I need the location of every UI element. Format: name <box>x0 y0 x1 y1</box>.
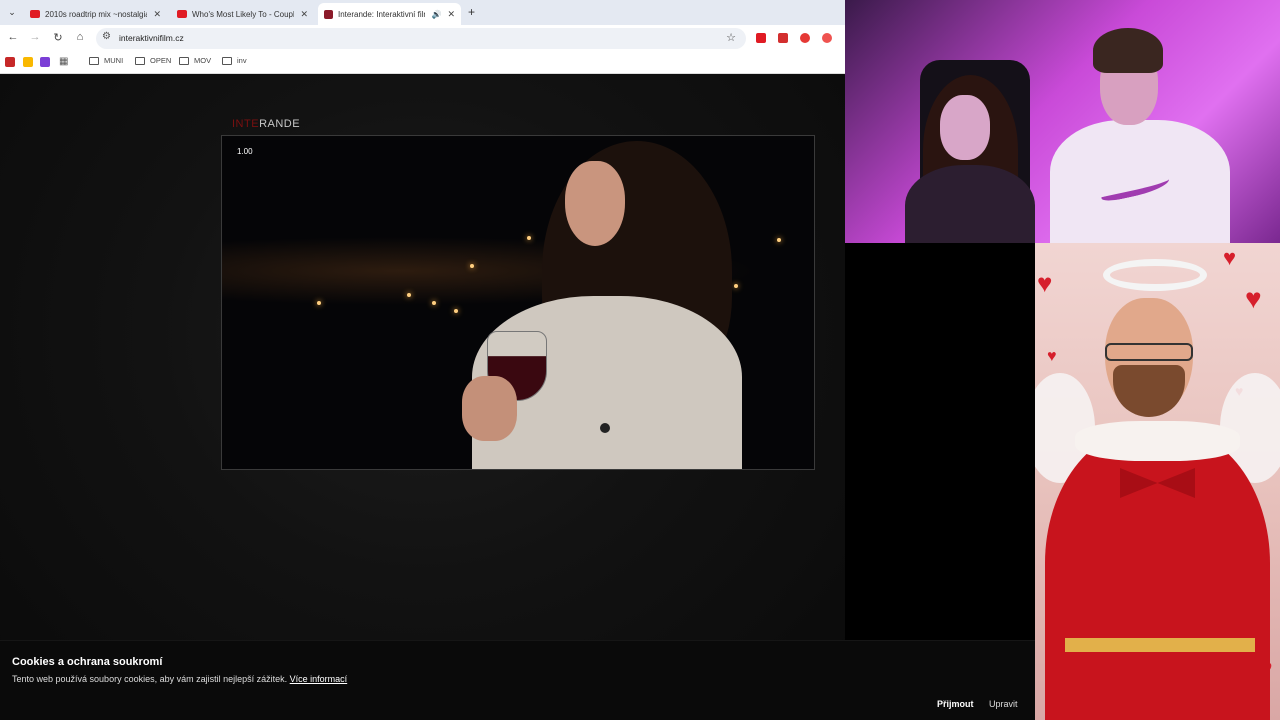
site-logo[interactable]: INTERANDE <box>232 118 300 130</box>
city-light <box>734 284 738 288</box>
beard <box>1113 365 1185 417</box>
heart-icon: ♥ <box>1047 348 1057 365</box>
back-icon[interactable]: ← <box>6 31 20 43</box>
city-light <box>470 264 474 268</box>
bookmark-label: OPEN <box>150 56 172 65</box>
folder-icon <box>179 56 189 65</box>
city-light <box>527 236 531 240</box>
bookmark-folder-open[interactable]: OPEN <box>135 56 171 65</box>
bookmark-purple-icon[interactable] <box>40 57 50 67</box>
site-info-icon[interactable]: ⚙ <box>102 31 111 42</box>
bookmark-label: MUNI <box>104 56 124 65</box>
woman-face <box>940 95 990 160</box>
interande-icon <box>324 9 333 19</box>
glasses <box>1105 343 1193 361</box>
cupid-avatar-image: ♥ ♥ ♥ ♥ ♥ ♥ ♥ <box>1035 243 1280 720</box>
webcam-overlay <box>845 0 1280 243</box>
woman-body <box>905 165 1035 243</box>
fur-collar <box>1075 421 1240 461</box>
folder-icon <box>89 56 99 65</box>
cookie-banner: Cookies a ochrana soukromí Tento web pou… <box>0 640 1035 720</box>
bookmark-folder-muni[interactable]: MUNI <box>89 56 123 65</box>
cupid-suit <box>1045 428 1270 720</box>
tab-interande[interactable]: Interande: Interaktivní film, 🔊 ✕ <box>318 3 461 25</box>
logo-suffix: RANDE <box>259 118 301 130</box>
city-light <box>407 293 411 297</box>
profile-extension-icon[interactable] <box>822 33 832 43</box>
address-bar[interactable]: ⚙ interaktivnifilm.cz ☆ <box>96 28 746 49</box>
youtube-icon <box>30 10 40 18</box>
youtube-extension-icon[interactable] <box>756 33 766 43</box>
heart-icon: ♥ <box>1223 245 1237 270</box>
home-icon[interactable]: ⌂ <box>73 31 87 43</box>
tab-strip: ⌄ 2010s roadtrip mix ~nostalgia p ✕ Who'… <box>0 0 845 25</box>
forward-icon[interactable]: → <box>28 31 42 43</box>
cookie-text-line: Tento web používá soubory cookies, aby v… <box>12 674 347 684</box>
city-light <box>454 309 458 313</box>
new-tab-button[interactable]: + <box>468 5 475 19</box>
gold-belt <box>1065 638 1255 652</box>
bookmark-label: MOV <box>194 56 212 65</box>
man-hair <box>1093 28 1163 73</box>
toolbar: ← → ↻ ⌂ ⚙ interaktivnifilm.cz ☆ <box>0 25 845 51</box>
city-light <box>777 238 781 242</box>
bookmark-red-icon[interactable] <box>5 57 15 67</box>
folder-icon <box>222 56 232 65</box>
tab-title: Who's Most Likely To - Couple <box>192 9 295 19</box>
tab-title: 2010s roadtrip mix ~nostalgia p <box>45 9 148 19</box>
tab-roadtrip-mix[interactable]: 2010s roadtrip mix ~nostalgia p ✕ <box>24 3 167 25</box>
bookmark-folder-mov[interactable]: MOV <box>179 56 211 65</box>
close-tab-icon[interactable]: ✕ <box>153 9 161 20</box>
bookmark-star-icon[interactable]: ☆ <box>726 31 736 44</box>
city-light <box>432 301 436 305</box>
bookmarks-bar: ▦ MUNI OPEN MOV inv <box>0 51 845 74</box>
apps-grid-icon[interactable]: ▦ <box>59 56 68 67</box>
y-extension-icon[interactable] <box>778 33 788 43</box>
shield-extension-icon[interactable] <box>800 33 810 43</box>
tab-most-likely-to[interactable]: Who's Most Likely To - Couple ✕ <box>171 3 314 25</box>
url-text[interactable]: interaktivnifilm.cz <box>119 33 184 43</box>
cookie-title: Cookies a ochrana soukromí <box>12 656 163 668</box>
folder-icon <box>135 56 145 65</box>
accept-cookies-button[interactable]: Přijmout <box>937 699 974 709</box>
heart-icon: ♥ <box>1037 268 1053 298</box>
browser-window: ⌄ 2010s roadtrip mix ~nostalgia p ✕ Who'… <box>0 0 845 720</box>
heart-icon: ♥ <box>1245 283 1262 314</box>
video-player[interactable]: 1.00 <box>221 135 815 470</box>
bookmark-label: inv <box>237 56 247 65</box>
speaker-icon[interactable]: 🔊 <box>431 10 441 19</box>
bookmark-folder-inv[interactable]: inv <box>222 56 247 65</box>
tab-title: Interande: Interaktivní film, <box>338 9 426 19</box>
logo-prefix: INTE <box>232 118 260 130</box>
youtube-icon <box>177 10 187 18</box>
tab-search-dropdown-icon[interactable]: ⌄ <box>5 5 19 19</box>
close-tab-icon[interactable]: ✕ <box>447 9 455 20</box>
screen: ⌄ 2010s roadtrip mix ~nostalgia p ✕ Who'… <box>0 0 1280 720</box>
woman-face <box>565 161 625 246</box>
edit-cookies-button[interactable]: Upravit <box>989 699 1018 709</box>
playback-speed: 1.00 <box>237 147 253 156</box>
woman-hand <box>462 376 517 441</box>
page-content: INTERANDE 1.00 <box>0 75 845 720</box>
halo <box>1103 259 1207 291</box>
city-light <box>317 301 321 305</box>
cookie-text: Tento web používá soubory cookies, aby v… <box>12 674 288 684</box>
coat-button <box>600 423 610 433</box>
bookmark-yellow-icon[interactable] <box>23 57 33 67</box>
close-tab-icon[interactable]: ✕ <box>300 9 308 20</box>
reload-icon[interactable]: ↻ <box>51 31 65 44</box>
more-info-link[interactable]: Více informací <box>290 674 348 684</box>
